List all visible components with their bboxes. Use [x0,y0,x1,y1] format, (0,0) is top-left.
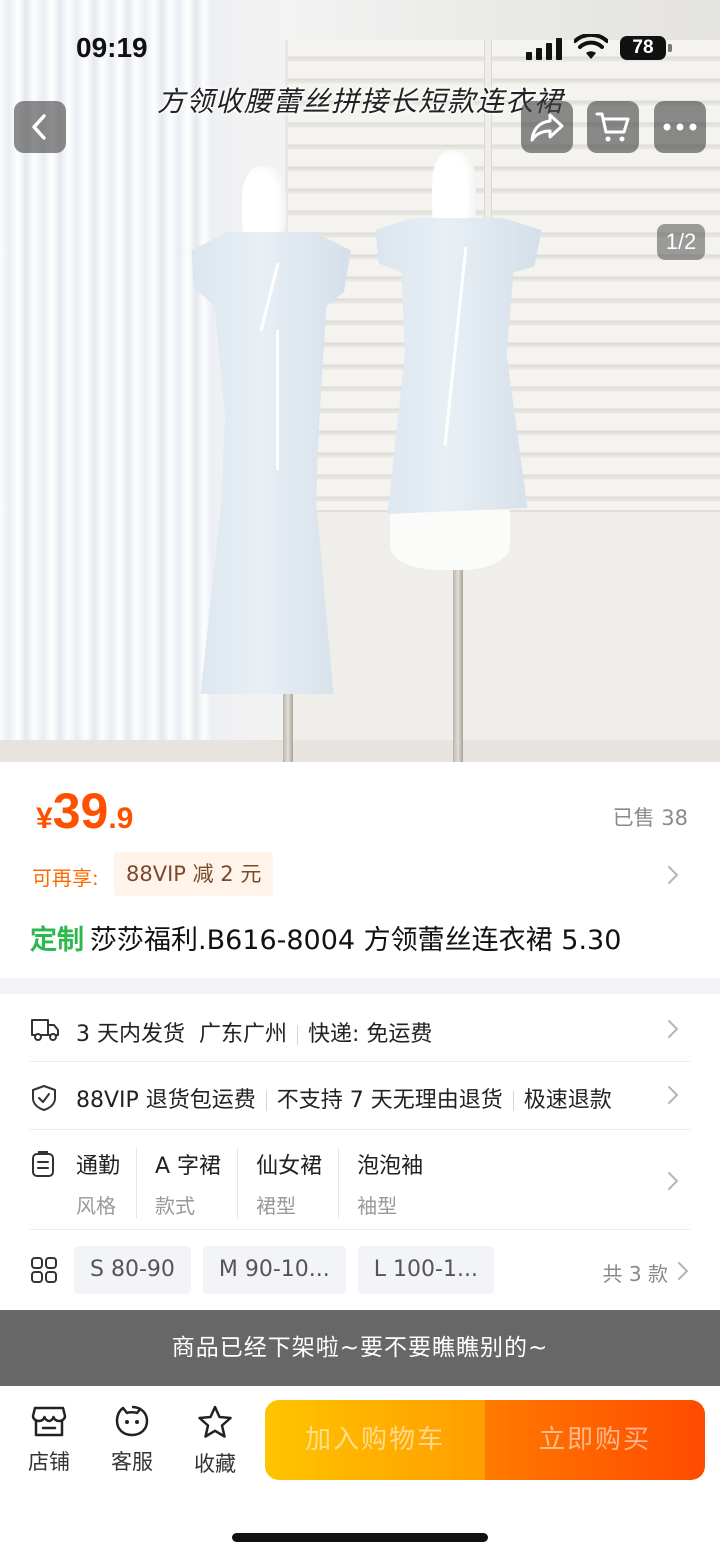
sku-option-m[interactable]: M 90-10... [202,1246,346,1294]
home-indicator[interactable] [232,1533,488,1542]
grid-icon [31,1257,57,1283]
price-currency: ¥ [36,802,53,835]
attribute-skirt-type: 仙女裙 裙型 [256,1148,340,1218]
attributes-list: 通勤 风格 A 字裙 款式 仙女裙 裙型 泡泡袖 袖型 [76,1148,457,1218]
buy-now-button[interactable]: 立即购买 [485,1400,705,1480]
vip-discount-badge: 88VIP 减 2 元 [114,852,274,896]
favorite-button[interactable]: 收藏 [185,1404,245,1478]
mannequin-stand-right [453,548,463,762]
custom-tag: 定制 [30,925,84,956]
service-fast-refund: 极速退款 [523,1088,612,1113]
status-bar: 09:19 78 [0,28,720,68]
product-title: 定制 莎莎福利.B616-8004 方领蕾丝连衣裙 5.30 [30,918,621,957]
price: ¥39.9 [36,782,133,840]
sku-selector-row[interactable]: S 80-90 M 90-10... L 100-1... 共 3 款 [30,1230,690,1310]
attribute-key: 裙型 [256,1194,297,1218]
product-title-text: 莎莎福利.B616-8004 方领蕾丝连衣裙 5.30 [90,925,622,956]
clipboard-icon [32,1151,54,1177]
attribute-type: A 字裙 款式 [155,1148,239,1218]
shield-check-icon [32,1085,56,1111]
product-attributes-row[interactable]: 通勤 风格 A 字裙 款式 仙女裙 裙型 泡泡袖 袖型 [30,1130,690,1230]
vip-label: 可再享: [32,866,99,890]
attribute-key: 风格 [76,1194,116,1218]
share-icon [530,113,564,142]
service-return-shipping: 88VIP 退货包运费 [76,1088,256,1113]
more-dots-icon [663,123,697,131]
product-offline-banner[interactable]: 商品已经下架啦~要不要瞧瞧别的~ [0,1310,720,1386]
store-button[interactable]: 店铺 [19,1404,79,1476]
bottom-action-bar: 店铺 客服 收藏 加入购物车 立即购买 [0,1386,720,1496]
store-label: 店铺 [28,1450,70,1474]
price-integer: 39 [52,783,109,839]
delivery-time: 3 天内发货 [76,1022,185,1047]
service-guarantee-text: 88VIP 退货包运费 不支持 7 天无理由退货 极速退款 [76,1082,656,1114]
customer-service-icon [115,1405,149,1437]
dress-tie-left-b [276,330,279,470]
chevron-right-icon [668,866,679,884]
attribute-sleeve-type: 泡泡袖 袖型 [357,1148,439,1218]
chevron-left-icon [32,114,46,140]
price-section: ¥39.9 已售 38 可再享: 88VIP 减 2 元 定制 莎莎福利.B616… [0,762,720,978]
price-decimal: .9 [108,802,134,835]
service-no-7day-return: 不支持 7 天无理由退货 [276,1088,503,1113]
shipping-fee: 快递: 免运费 [308,1022,433,1047]
chevron-right-icon [668,1020,679,1038]
shipping-info-text: 3 天内发货 广东广州 快递: 免运费 [76,1016,432,1048]
battery-icon: 78 [620,36,672,60]
customer-service-button[interactable]: 客服 [102,1404,162,1476]
chevron-right-icon [668,1172,679,1190]
mannequin-legs [390,510,510,570]
sku-options: S 80-90 M 90-10... L 100-1... [74,1246,506,1294]
product-detail-page: 09:19 78 方领收腰蕾丝拼接长短款连衣裙 1/2 ¥39.9 已售 38 … [0,0,720,1558]
attribute-key: 袖型 [357,1194,398,1218]
sku-option-l[interactable]: L 100-1... [357,1246,494,1294]
attribute-value: 泡泡袖 [357,1154,424,1179]
status-time: 09:19 [76,32,148,63]
image-page-indicator: 1/2 [657,224,705,260]
section-separator [0,978,720,994]
purchase-buttons: 加入购物车 立即购买 [265,1400,705,1480]
shopping-cart-icon [595,112,630,142]
sold-count: 已售 38 [612,806,688,830]
text-fade [620,1076,656,1116]
shipping-info-row[interactable]: 3 天内发货 广东广州 快递: 免运费 [30,996,690,1062]
sku-count: 共 3 款 [602,1262,668,1286]
floor [0,740,720,762]
add-to-cart-button[interactable]: 加入购物车 [265,1400,485,1480]
cart-button[interactable] [587,101,639,153]
customer-service-label: 客服 [111,1450,153,1474]
attribute-value: 仙女裙 [256,1154,323,1179]
shipping-origin: 广东广州 [199,1022,288,1047]
share-button[interactable] [521,101,573,153]
vip-discount-row[interactable]: 可再享: 88VIP 减 2 元 [32,852,688,896]
cellular-signal-icon [526,38,564,60]
attribute-value: 通勤 [76,1154,121,1179]
chevron-right-icon [678,1262,689,1280]
wifi-icon [574,34,608,59]
chevron-right-icon [668,1086,679,1104]
service-guarantee-row[interactable]: 88VIP 退货包运费 不支持 7 天无理由退货 极速退款 [30,1062,690,1130]
star-icon [198,1405,232,1438]
more-button[interactable] [654,101,706,153]
delivery-truck-icon [31,1019,59,1041]
attribute-key: 款式 [155,1194,196,1218]
store-icon [31,1406,67,1437]
attribute-value: A 字裙 [155,1154,222,1179]
attribute-style: 通勤 风格 [76,1148,138,1218]
sku-option-s[interactable]: S 80-90 [74,1246,191,1294]
favorite-label: 收藏 [194,1452,236,1476]
back-button[interactable] [14,101,66,153]
